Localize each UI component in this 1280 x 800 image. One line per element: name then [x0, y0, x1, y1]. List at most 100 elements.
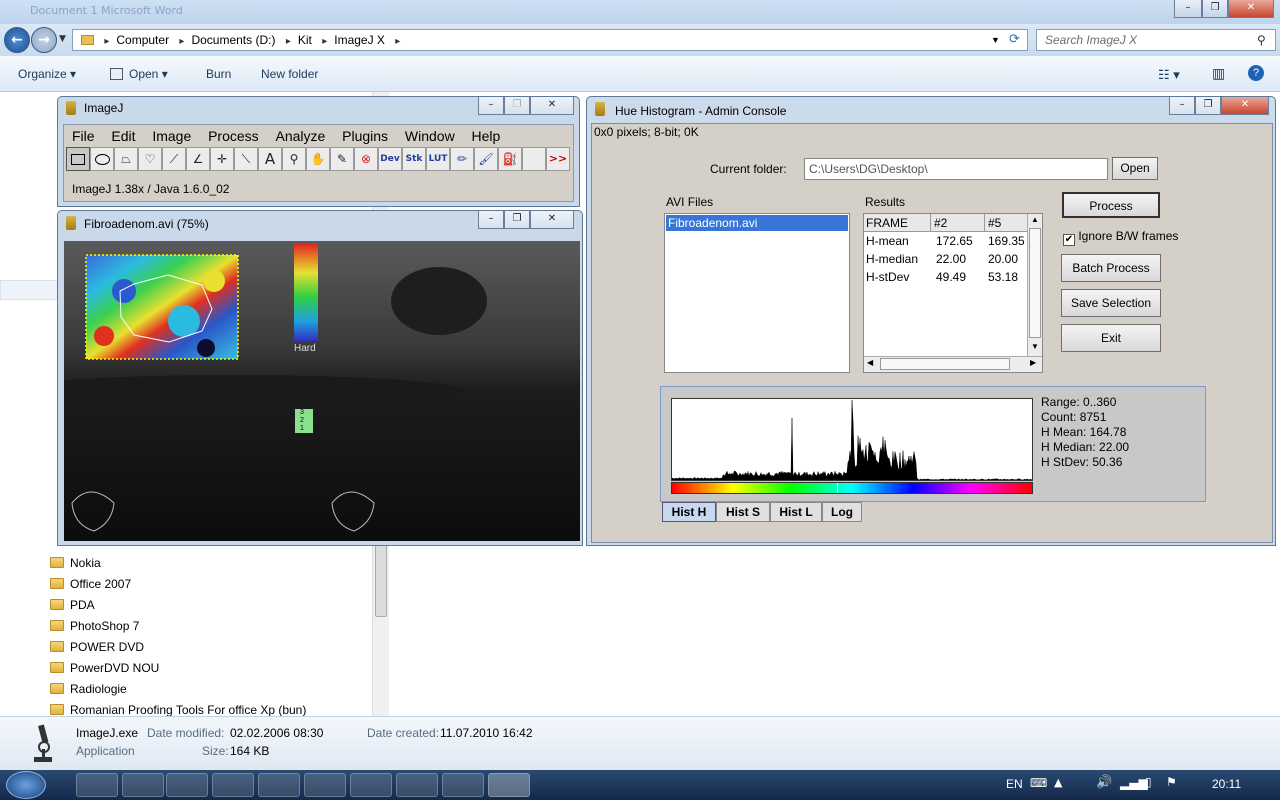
results-header-frame[interactable]: FRAME — [866, 216, 908, 230]
freehand-tool[interactable]: ♡ — [138, 147, 162, 171]
clock[interactable]: 20:11 — [1212, 777, 1241, 791]
tab-hist-s[interactable]: Hist S — [716, 502, 770, 522]
refresh-icon[interactable]: ⟳ — [1009, 30, 1020, 49]
exit-button[interactable]: Exit — [1061, 324, 1161, 352]
menu-plugins[interactable]: Plugins — [342, 128, 388, 144]
taskbar-word[interactable] — [166, 773, 208, 797]
folder-item[interactable]: Office 2007 — [50, 574, 131, 594]
menu-process[interactable]: Process — [208, 128, 259, 144]
hue-close-button[interactable]: ✕ — [1221, 97, 1269, 115]
avi-files-list[interactable]: Fibroadenom.avi — [664, 213, 850, 373]
imagej-minimize-button[interactable]: – — [478, 97, 504, 115]
hue-maximize-button[interactable]: ❐ — [1195, 97, 1221, 115]
wand-tool[interactable]: ⟍ — [234, 147, 258, 171]
organize-button[interactable]: Organize ▾ — [18, 67, 76, 81]
folder-item[interactable]: Nokia — [50, 553, 101, 573]
scroll-right-icon[interactable]: ▶ — [1030, 358, 1036, 367]
brush-tool[interactable]: 🖌 — [474, 147, 498, 171]
results-hscrollbar[interactable]: ◀ ▶ — [864, 356, 1042, 372]
stop-tool[interactable]: ⊗ — [354, 147, 378, 171]
taskbar-folder[interactable] — [212, 773, 254, 797]
views-icon[interactable]: ☷ ▾ — [1158, 67, 1180, 83]
results-hscroll-thumb[interactable] — [880, 358, 1010, 370]
results-vscroll-thumb[interactable] — [1029, 228, 1041, 338]
breadcrumb-kit[interactable]: Kit — [298, 33, 312, 47]
taskbar-chrome[interactable] — [122, 773, 164, 797]
menu-help[interactable]: Help — [472, 128, 501, 144]
stk-tool[interactable]: Stk — [402, 147, 426, 171]
line-tool[interactable]: ⟋ — [162, 147, 186, 171]
folder-item[interactable]: Radiologie — [50, 679, 127, 699]
open-button[interactable]: Open ▾ — [110, 67, 168, 81]
point-tool[interactable]: ✛ — [210, 147, 234, 171]
volume-icon[interactable]: 🔊 — [1096, 775, 1112, 790]
scroll-left-icon[interactable]: ◀ — [867, 358, 873, 367]
ignore-bw-checkbox[interactable]: ✔ Ignore B/W frames — [1063, 229, 1178, 246]
checkbox-checked-icon[interactable]: ✔ — [1063, 234, 1075, 246]
nav-scrollbar-thumb[interactable] — [375, 537, 387, 617]
network-icon[interactable]: ▂▄▆ — [1120, 776, 1148, 790]
taskbar-imagej[interactable] — [488, 773, 530, 797]
results-vscrollbar[interactable]: ▲ ▼ — [1027, 214, 1042, 356]
taskbar-excel[interactable] — [350, 773, 392, 797]
color-picker-tool[interactable]: ✎ — [330, 147, 354, 171]
flood-fill-tool[interactable]: ⛽ — [498, 147, 522, 171]
address-dropdown-icon[interactable]: ▼ — [991, 30, 1000, 50]
forward-button[interactable]: → — [31, 27, 57, 53]
action-center-icon[interactable]: ⚑ — [1166, 775, 1177, 789]
breadcrumb-computer[interactable]: Computer — [116, 33, 169, 47]
results-table[interactable]: FRAME #2 #5 H-mean 172.65 169.35 H-media… — [863, 213, 1043, 373]
explorer-close-button[interactable]: ✕ — [1228, 0, 1274, 18]
imagej-close-button[interactable]: ✕ — [530, 97, 574, 115]
taskbar-window[interactable] — [442, 773, 484, 797]
blank-tool[interactable] — [522, 147, 546, 171]
back-button[interactable]: ← — [4, 27, 30, 53]
pencil-tool[interactable]: ✏ — [450, 147, 474, 171]
taskbar-app[interactable] — [304, 773, 346, 797]
results-header-5[interactable]: #5 — [988, 216, 1001, 230]
preview-pane-icon[interactable]: ▥ — [1212, 65, 1225, 82]
open-folder-button[interactable]: Open — [1112, 157, 1158, 180]
folder-item[interactable]: POWER DVD — [50, 637, 144, 657]
angle-tool[interactable]: ∠ — [186, 147, 210, 171]
language-indicator[interactable]: EN — [1006, 777, 1023, 791]
menu-image[interactable]: Image — [152, 128, 191, 144]
power-icon[interactable]: ▯ — [1145, 775, 1152, 789]
menu-edit[interactable]: Edit — [111, 128, 135, 144]
nav-selected-item[interactable] — [0, 280, 60, 300]
folder-item[interactable]: PowerDVD NOU — [50, 658, 159, 678]
burn-button[interactable]: Burn — [206, 67, 231, 81]
start-button[interactable] — [6, 771, 46, 799]
menu-window[interactable]: Window — [405, 128, 455, 144]
rectangle-tool[interactable] — [66, 147, 90, 171]
dev-tool[interactable]: Dev — [378, 147, 402, 171]
folder-item[interactable]: PhotoShop 7 — [50, 616, 139, 636]
scroll-up-icon[interactable]: ▲ — [1031, 215, 1039, 224]
recent-pages-icon[interactable]: ▼ — [59, 34, 66, 44]
tab-hist-l[interactable]: Hist L — [770, 502, 822, 522]
image-maximize-button[interactable]: ❐ — [504, 211, 530, 229]
scroll-down-icon[interactable]: ▼ — [1031, 342, 1039, 351]
breadcrumb-imagej[interactable]: ImageJ X — [334, 33, 385, 47]
taskbar-explorer[interactable] — [76, 773, 118, 797]
imagej-maximize-button[interactable]: ❐ — [504, 97, 530, 115]
explorer-maximize-button[interactable]: ❐ — [1202, 0, 1228, 18]
tab-log[interactable]: Log — [822, 502, 862, 522]
lut-tool[interactable]: LUT — [426, 147, 450, 171]
results-header-2[interactable]: #2 — [934, 216, 947, 230]
ultrasound-image[interactable]: Hard 3 2 1 — [64, 241, 580, 541]
hue-minimize-button[interactable]: – — [1169, 97, 1195, 115]
oval-tool[interactable] — [90, 147, 114, 171]
image-minimize-button[interactable]: – — [478, 211, 504, 229]
breadcrumb-documents[interactable]: Documents (D:) — [191, 33, 275, 47]
image-close-button[interactable]: ✕ — [530, 211, 574, 229]
help-icon[interactable]: ? — [1248, 65, 1264, 81]
batch-process-button[interactable]: Batch Process — [1061, 254, 1161, 282]
process-button[interactable]: Process — [1062, 192, 1160, 218]
taskbar-calculator[interactable] — [258, 773, 300, 797]
current-folder-field[interactable]: C:\Users\DG\Desktop\ — [804, 158, 1108, 180]
save-selection-button[interactable]: Save Selection — [1061, 289, 1161, 317]
search-input[interactable]: Search ImageJ X ⚲ — [1036, 29, 1276, 51]
menu-analyze[interactable]: Analyze — [276, 128, 326, 144]
keyboard-icon[interactable]: ⌨ — [1030, 776, 1047, 790]
